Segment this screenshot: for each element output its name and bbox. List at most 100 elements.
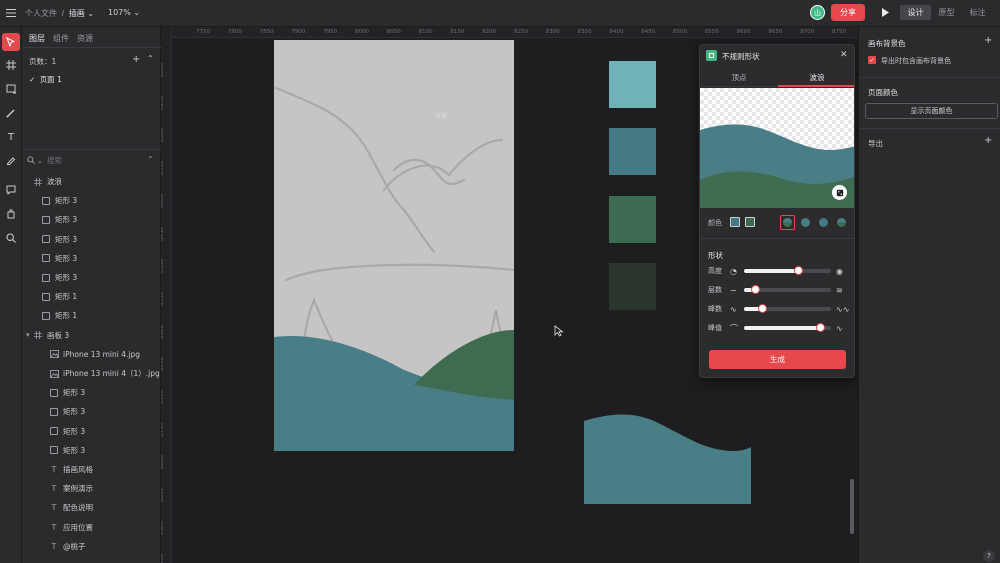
text-icon[interactable]: T bbox=[2, 128, 20, 146]
layer-item[interactable]: T @桃子 bbox=[22, 537, 161, 556]
swatch-green[interactable] bbox=[609, 196, 656, 243]
layer-item[interactable]: 矩形 3 bbox=[22, 230, 161, 249]
layer-label: 矩形 3 bbox=[55, 196, 78, 206]
layer-label: 波浪 bbox=[47, 177, 62, 186]
layer-item[interactable]: 矩形 3 bbox=[22, 210, 161, 229]
chevron-down-icon: ⌄ bbox=[37, 156, 43, 165]
slider-label: 层数 bbox=[708, 286, 722, 294]
layer-item[interactable]: 矩形 3 bbox=[22, 383, 161, 402]
layer-item[interactable]: 矩形 3 bbox=[22, 422, 161, 441]
layer-item[interactable]: 波浪 bbox=[22, 172, 161, 191]
move-icon[interactable] bbox=[2, 33, 20, 51]
ruler-tick-label: 8550 bbox=[704, 29, 719, 35]
add-page-button[interactable]: + bbox=[132, 54, 140, 65]
tab-wave[interactable]: 波浪 bbox=[778, 69, 854, 87]
slider-track[interactable] bbox=[744, 323, 831, 332]
share-button[interactable]: 分享 bbox=[831, 4, 865, 21]
avatar[interactable]: 山 bbox=[810, 5, 825, 20]
export-bg-label: 导出时包含画布背景色 bbox=[881, 57, 951, 65]
layer-item[interactable]: iPhone 13 mini 4（1）.jpg bbox=[22, 364, 161, 383]
pen-icon[interactable] bbox=[2, 104, 20, 122]
slider-max-icon: ◉ bbox=[836, 266, 843, 276]
layer-item[interactable]: 矩形 3 bbox=[22, 191, 161, 210]
search-icon[interactable] bbox=[2, 229, 20, 247]
pencil-icon[interactable] bbox=[2, 151, 20, 169]
layer-item[interactable]: T 应用位置 bbox=[22, 518, 161, 537]
tab-vertex[interactable]: 顶点 bbox=[700, 69, 778, 87]
slider-track[interactable] bbox=[744, 266, 831, 275]
rect-icon[interactable] bbox=[2, 80, 20, 98]
generate-button[interactable]: 生成 bbox=[709, 350, 846, 369]
file-name[interactable]: 插画 bbox=[69, 9, 85, 18]
plugin-icon[interactable] bbox=[2, 205, 20, 223]
show-page-color-button[interactable]: 显示页面颜色 bbox=[865, 103, 998, 119]
layer-search[interactable]: ⌄ 搜索 bbox=[27, 154, 147, 167]
dice-icon[interactable] bbox=[832, 185, 847, 200]
layer-item[interactable]: 矩形 3 bbox=[22, 402, 161, 421]
ruler-tick-label: 7950 bbox=[323, 29, 338, 35]
preset-dot[interactable] bbox=[819, 218, 828, 227]
search-input[interactable]: 搜索 bbox=[47, 155, 62, 166]
artboard[interactable]: 背景 bbox=[274, 40, 514, 451]
plus-icon[interactable]: + bbox=[984, 35, 992, 46]
collapse-pages-icon[interactable]: ⌃ bbox=[147, 54, 154, 63]
tab-prototype[interactable]: 原型 bbox=[931, 5, 962, 20]
comment-icon[interactable] bbox=[2, 181, 20, 199]
zoom-dropdown[interactable]: 107% ⌄ bbox=[108, 8, 140, 17]
slider-row: 层数 ∼ ≋ bbox=[708, 284, 848, 296]
tab-annotate[interactable]: 标注 bbox=[962, 5, 993, 20]
page-color-title: 页面颜色 bbox=[868, 88, 898, 97]
slider-knob[interactable] bbox=[758, 304, 768, 313]
preset-selected[interactable] bbox=[780, 215, 795, 230]
layer-item[interactable]: T 配色说明 bbox=[22, 498, 161, 517]
chevron-down-icon[interactable]: ⌄ bbox=[87, 9, 94, 18]
menu-icon[interactable] bbox=[6, 8, 16, 18]
plus-icon[interactable]: + bbox=[984, 135, 992, 146]
help-icon[interactable]: ? bbox=[983, 550, 995, 562]
layers-panel: 图层 组件 资源 页数：1 + ⌃ ✓ 页面 1 ⌄ 搜索 ⌃ 波浪 矩形 3 矩形… bbox=[22, 27, 161, 563]
slider-track[interactable] bbox=[744, 285, 831, 294]
preset-dot[interactable] bbox=[801, 218, 810, 227]
tab-components[interactable]: 组件 bbox=[53, 33, 69, 44]
tab-assets[interactable]: 资源 bbox=[77, 33, 93, 44]
page-item[interactable]: ✓ 页面 1 bbox=[29, 74, 62, 85]
play-icon[interactable] bbox=[880, 7, 890, 18]
share-label: 分享 bbox=[840, 8, 856, 17]
tab-design-label: 设计 bbox=[907, 8, 924, 17]
layer-item[interactable]: 矩形 3 bbox=[22, 441, 161, 460]
color-chip-green[interactable] bbox=[745, 217, 755, 227]
slider-knob[interactable] bbox=[815, 323, 825, 332]
preset-dot[interactable] bbox=[837, 218, 846, 227]
color-chip-teal[interactable] bbox=[730, 217, 740, 227]
layer-item[interactable]: 矩形 3 bbox=[22, 268, 161, 287]
ruler-tick-label: 8000 bbox=[355, 29, 369, 35]
swatch-dark-green[interactable] bbox=[609, 263, 656, 310]
layer-item[interactable]: 矩形 3 bbox=[22, 249, 161, 268]
frame-icon bbox=[33, 177, 43, 187]
swatch-light-teal[interactable] bbox=[609, 61, 656, 108]
layer-item[interactable]: T 案例演示 bbox=[22, 479, 161, 498]
vertical-scrollbar[interactable] bbox=[850, 479, 854, 534]
slider-track[interactable] bbox=[744, 304, 831, 313]
chevron-down-icon: ⌄ bbox=[133, 8, 141, 17]
ruler-tick-label: 7800 bbox=[227, 29, 242, 35]
wave-shape[interactable] bbox=[584, 413, 752, 504]
tab-design[interactable]: 设计 bbox=[900, 5, 931, 20]
layer-item[interactable]: ▾ 画板 3 bbox=[22, 326, 161, 345]
slider-knob[interactable] bbox=[793, 266, 803, 275]
divider bbox=[22, 47, 161, 48]
tab-layers[interactable]: 图层 bbox=[29, 33, 45, 44]
slider-knob[interactable] bbox=[751, 285, 761, 294]
chevron-down-icon[interactable]: ▾ bbox=[26, 331, 30, 339]
layer-item[interactable]: iPhone 13 mini 4.jpg bbox=[22, 345, 161, 364]
swatch-teal[interactable] bbox=[609, 128, 656, 175]
export-bg-checkbox[interactable]: ✓ bbox=[868, 56, 876, 64]
collapse-all-icon[interactable]: ⌃ bbox=[147, 155, 154, 164]
close-icon[interactable]: ✕ bbox=[840, 50, 848, 60]
layer-item[interactable]: 矩形 1 bbox=[22, 306, 161, 325]
slider-label: 峰数 bbox=[708, 305, 722, 313]
breadcrumb-root[interactable]: 个人文件 bbox=[25, 9, 57, 18]
layer-item[interactable]: 矩形 1 bbox=[22, 287, 161, 306]
layer-item[interactable]: T 插画风格 bbox=[22, 460, 161, 479]
frame-icon[interactable] bbox=[2, 56, 20, 74]
